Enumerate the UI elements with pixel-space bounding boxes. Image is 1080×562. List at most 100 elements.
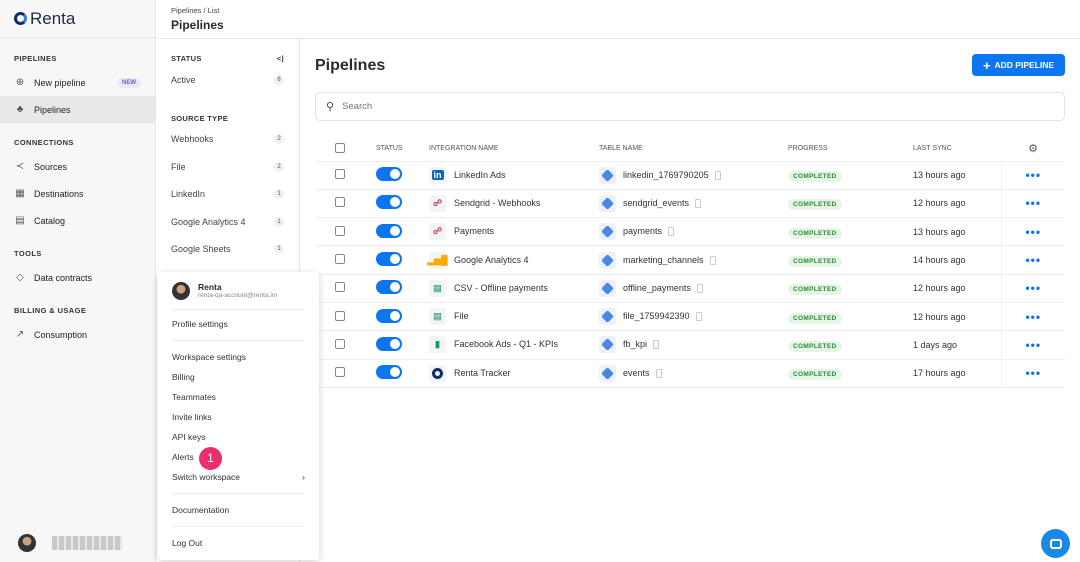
logo[interactable]: Renta [0,0,155,38]
filter-item[interactable]: Active 8 [171,66,284,94]
row-checkbox[interactable] [335,310,345,321]
status-toggle[interactable] [376,336,402,351]
filter-label: Google Sheets [171,244,231,255]
user-account-button[interactable] [18,534,122,552]
row-checkbox[interactable] [335,169,345,180]
more-actions-icon[interactable]: ••• [1000,189,1065,219]
row-checkbox[interactable] [335,225,345,236]
grid-icon: ▦ [15,188,25,199]
col-last-sync[interactable]: LAST SYNC [913,137,1001,162]
status-toggle[interactable] [376,167,402,182]
sidebar-item[interactable]: ⊕ New pipeline NEW [0,69,155,96]
filter-item[interactable]: Google Analytics 4 1 [171,208,284,236]
filter-item[interactable]: File 2 [171,153,284,181]
search-input[interactable] [342,101,1064,112]
col-integration-name[interactable]: INTEGRATION NAME [429,137,599,162]
menu-item[interactable]: Billing [172,367,305,387]
table-row[interactable]: in LinkedIn Ads linkedin_1769790205 COMPL… [316,161,1065,190]
table-row[interactable]: ▤ CSV - Offline payments offline_payments… [316,274,1065,303]
menu-profile-settings[interactable]: Profile settings [172,314,305,334]
sidebar-item[interactable]: ≺ Sources [0,153,155,180]
more-actions-icon[interactable]: ••• [1000,359,1065,388]
table-row[interactable]: ☍ Payments payments COMPLETED 13 hours ag… [316,217,1065,247]
integration-name[interactable]: Sendgrid - Webhooks [454,198,540,208]
filter-item[interactable]: LinkedIn 1 [171,181,284,209]
menu-item[interactable]: Alerts [172,447,305,467]
row-checkbox[interactable] [335,282,345,293]
select-all-checkbox[interactable] [335,142,345,153]
copy-icon[interactable] [696,283,703,293]
copy-icon[interactable] [668,227,675,237]
col-table-name[interactable]: TABLE NAME [599,137,788,162]
status-toggle[interactable] [376,308,402,323]
more-actions-icon[interactable]: ••• [1000,274,1065,303]
bigquery-icon [599,308,616,326]
linkedin-icon: in [429,166,446,184]
menu-item[interactable]: Workspace settings [172,347,305,367]
integration-name[interactable]: File [454,311,469,321]
switch-workspace-label: Switch workspace [172,472,241,482]
sidebar-item[interactable]: ↗ Consumption [0,321,155,348]
more-actions-icon[interactable]: ••• [1000,217,1065,247]
webhook-icon: ☍ [429,194,446,212]
integration-name[interactable]: Google Analytics 4 [454,254,529,264]
copy-icon[interactable] [695,198,702,208]
table-row[interactable]: Renta Tracker events COMPLETED 17 hours … [316,359,1065,388]
menu-log-out[interactable]: Log Out [172,533,305,553]
row-checkbox[interactable] [335,254,345,265]
sidebar-item[interactable]: ◇ Data contracts [0,264,155,291]
table-row[interactable]: ▂▅█ Google Analytics 4 marketing_channels… [316,245,1065,275]
status-toggle[interactable] [376,223,402,238]
sidebar-item-label: Consumption [34,329,88,340]
copy-icon[interactable] [714,170,721,180]
row-checkbox[interactable] [335,367,345,378]
col-progress[interactable]: PROGRESS [788,137,913,162]
integration-name[interactable]: CSV - Offline payments [454,283,548,293]
gear-icon[interactable]: ⚙ [1028,143,1038,155]
filter-item[interactable]: Google Sheets 1 [171,236,284,264]
collapse-panel-icon[interactable]: <| [277,54,284,63]
pipelines-table: STATUS INTEGRATION NAME TABLE NAME PROGR… [316,137,1065,388]
add-pipeline-button[interactable]: + ADD PIPELINE [972,54,1065,76]
copy-icon[interactable] [709,255,716,265]
menu-item[interactable]: Invite links [172,407,305,427]
sidebar-item-label: Data contracts [34,272,93,283]
breadcrumb[interactable]: Pipelines / List [171,6,1065,15]
filter-item[interactable]: Webhooks 2 [171,126,284,154]
copy-icon[interactable] [695,312,702,322]
user-name-redacted [52,536,122,550]
table-row[interactable]: ▮ Facebook Ads - Q1 - KPIs fb_kpi COMPLET… [316,330,1065,360]
more-actions-icon[interactable]: ••• [1000,245,1065,275]
integration-name[interactable]: Payments [454,226,494,236]
copy-icon[interactable] [655,368,662,378]
more-actions-icon[interactable]: ••• [1000,161,1065,190]
menu-documentation[interactable]: Documentation [172,500,305,520]
search-box[interactable]: ⚲ [315,92,1065,121]
col-status[interactable]: STATUS [360,137,429,162]
status-toggle[interactable] [376,252,402,267]
integration-name[interactable]: LinkedIn Ads [454,170,506,180]
more-actions-icon[interactable]: ••• [1000,302,1065,332]
table-row[interactable]: ▤ File file_1759942390 COMPLETED 12 hours… [316,302,1065,332]
row-checkbox[interactable] [335,197,345,208]
menu-item[interactable]: Teammates [172,387,305,407]
status-toggle[interactable] [376,195,402,210]
menu-item[interactable]: API keys [172,427,305,447]
more-actions-icon[interactable]: ••• [1000,330,1065,360]
integration-name[interactable]: Renta Tracker [454,368,511,378]
sidebar-section-title: BILLING & USAGE [14,306,87,315]
status-badge: COMPLETED [788,340,842,352]
table-row[interactable]: ☍ Sendgrid - Webhooks sendgrid_events COM… [316,189,1065,219]
pipelines-icon: ♣ [16,104,24,115]
integration-name[interactable]: Facebook Ads - Q1 - KPIs [454,339,558,349]
sidebar-item[interactable]: ▤ Catalog [0,207,155,234]
status-toggle[interactable] [376,280,402,295]
status-toggle[interactable] [376,365,402,380]
table-name: offline_payments [623,282,691,293]
menu-switch-workspace[interactable]: Switch workspace › [172,467,305,487]
sidebar-item[interactable]: ♣ Pipelines [0,96,155,123]
copy-icon[interactable] [653,340,660,350]
row-checkbox[interactable] [335,338,345,349]
chat-support-button[interactable] [1041,529,1070,558]
sidebar-item[interactable]: ▦ Destinations [0,180,155,207]
